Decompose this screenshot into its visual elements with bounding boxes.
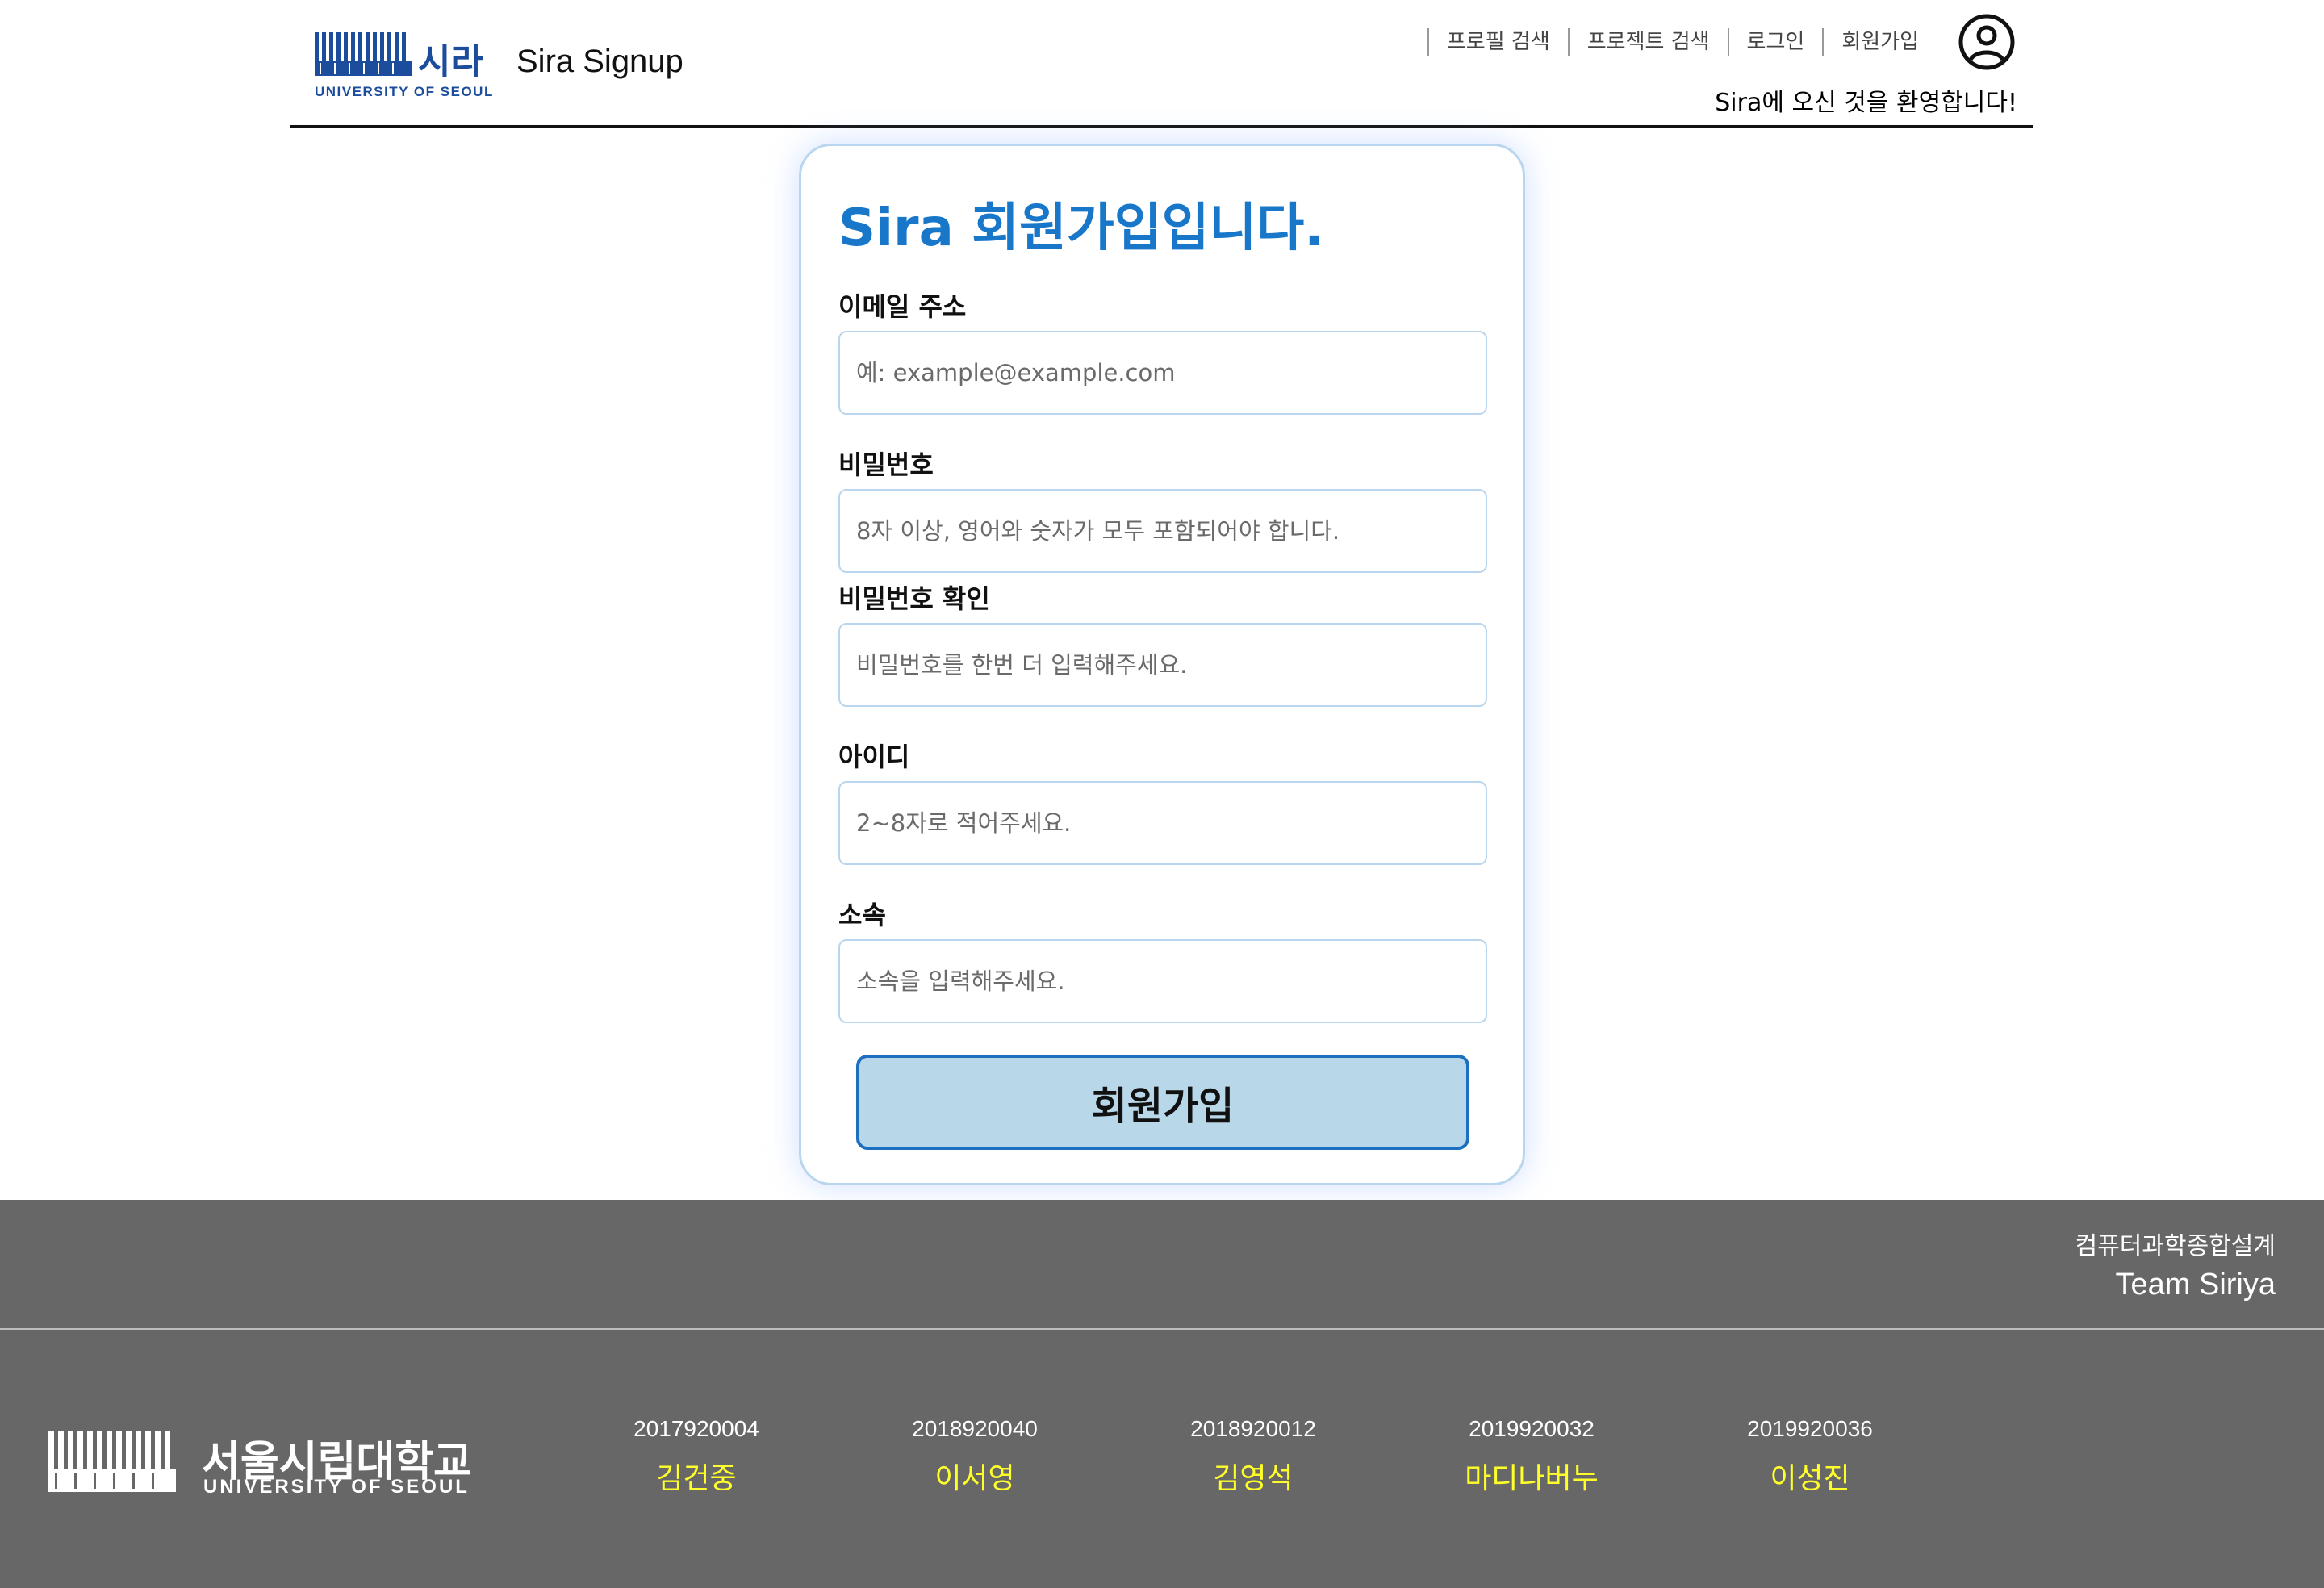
site-header: 시라 UNIVERSITY OF SEOUL Sira Signup 프로필 검…: [290, 0, 2034, 128]
logo-bars-icon: [48, 1431, 176, 1492]
site-footer: 컴퓨터과학종합설계 Team Siriya 서울시립대학교 UNIVERSITY…: [0, 1200, 2324, 1588]
team-member: 2019920032 마디나버누: [1435, 1416, 1628, 1497]
team-member: 2018920012 김영석: [1156, 1416, 1350, 1497]
member-student-id: 2019920032: [1469, 1416, 1595, 1441]
team-member: 2017920004 김건중: [600, 1416, 793, 1497]
password-label: 비밀번호: [838, 449, 934, 480]
site-title: Sira Signup: [516, 44, 683, 79]
footer-logo-english-text: UNIVERSITY OF SEOUL: [203, 1476, 470, 1498]
logo-korean-text: 시라: [418, 41, 483, 82]
password-confirm-field[interactable]: [838, 623, 1487, 707]
username-label: 아이디: [838, 742, 910, 772]
footer-university-logo: 서울시립대학교 UNIVERSITY OF SEOUL: [48, 1429, 472, 1502]
affiliation-field[interactable]: [838, 939, 1487, 1023]
footer-top-section: 컴퓨터과학종합설계 Team Siriya: [0, 1200, 2324, 1330]
password-field[interactable]: [838, 489, 1487, 573]
team-name: Team Siriya: [2115, 1268, 2276, 1302]
affiliation-label: 소속: [838, 900, 886, 930]
member-name: 마디나버누: [1465, 1462, 1599, 1495]
user-circle-icon[interactable]: [1958, 13, 2016, 71]
member-name: 이성진: [1770, 1462, 1850, 1495]
member-student-id: 2019920036: [1747, 1416, 1873, 1441]
member-student-id: 2018920012: [1190, 1416, 1316, 1441]
welcome-message: Sira에 오신 것을 환영합니다!: [1715, 89, 2017, 117]
password-confirm-label: 비밀번호 확인: [838, 583, 990, 614]
nav-signup[interactable]: 회원가입: [1822, 28, 1937, 56]
signup-title: Sira 회원가입입니다.: [838, 198, 1324, 258]
member-name: 김영석: [1213, 1462, 1294, 1495]
member-name: 이서영: [934, 1462, 1015, 1495]
signup-button[interactable]: 회원가입: [856, 1055, 1469, 1150]
email-field[interactable]: [838, 331, 1487, 415]
nav-profile-search[interactable]: 프로필 검색: [1427, 28, 1568, 56]
university-logo[interactable]: 시라 UNIVERSITY OF SEOUL: [315, 29, 492, 100]
username-field[interactable]: [838, 781, 1487, 865]
nav-project-search[interactable]: 프로젝트 검색: [1567, 28, 1728, 56]
team-member: 2018920040 이서영: [878, 1416, 1072, 1497]
email-label: 이메일 주소: [838, 291, 967, 322]
signup-card: Sira 회원가입입니다. 이메일 주소 비밀번호 비밀번호 확인 아이디 소속…: [799, 144, 1525, 1185]
top-nav: 프로필 검색 프로젝트 검색 로그인 회원가입: [1427, 26, 1937, 58]
course-name: 컴퓨터과학종합설계: [2075, 1232, 2276, 1260]
member-student-id: 2017920004: [633, 1416, 759, 1441]
logo-bars-icon: [315, 32, 412, 76]
member-student-id: 2018920040: [912, 1416, 1038, 1441]
member-name: 김건중: [656, 1462, 737, 1495]
nav-login[interactable]: 로그인: [1727, 28, 1823, 56]
team-member: 2019920036 이성진: [1713, 1416, 1907, 1497]
logo-english-text: UNIVERSITY OF SEOUL: [315, 84, 494, 99]
